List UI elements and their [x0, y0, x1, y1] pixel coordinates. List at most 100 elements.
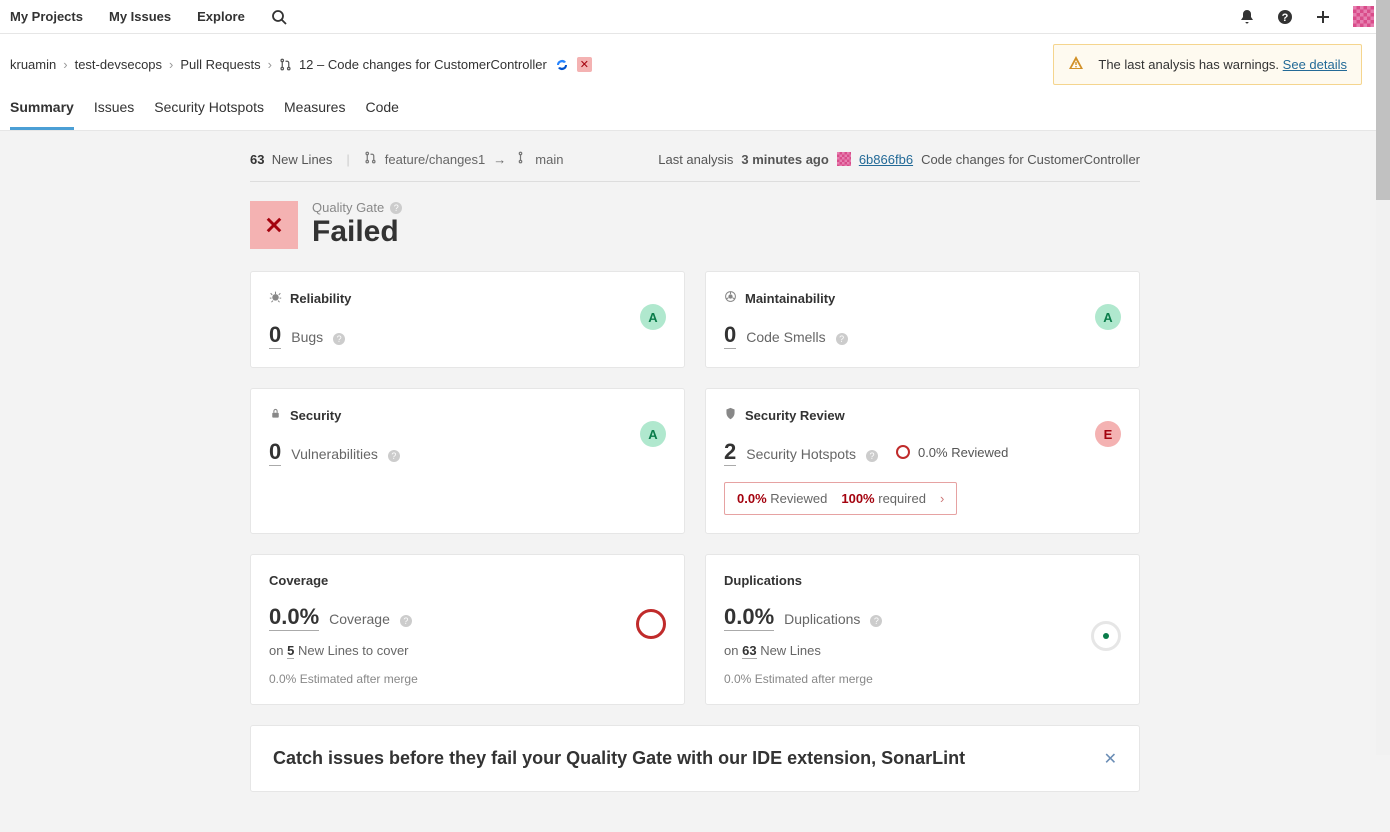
- breadcrumb-org[interactable]: kruamin: [10, 57, 56, 72]
- card-title: Duplications: [724, 573, 802, 588]
- promo-card: Catch issues before they fail your Quali…: [250, 725, 1140, 792]
- tab-summary[interactable]: Summary: [10, 99, 74, 130]
- breadcrumb: kruamin › test-devsecops › Pull Requests…: [10, 57, 592, 73]
- new-lines-label: New Lines: [272, 152, 333, 167]
- arrow-right-icon: →: [493, 152, 506, 167]
- duplications-label: Duplications: [784, 611, 860, 627]
- shield-icon: [724, 407, 737, 423]
- target-branch: main: [535, 152, 563, 167]
- reviewed-text: 0.0% Reviewed: [918, 445, 1008, 460]
- coverage-value[interactable]: 0.0%: [269, 604, 319, 631]
- card-title: Security: [290, 408, 341, 423]
- requirement-box[interactable]: 0.0% Reviewed 100% required ›: [724, 482, 957, 515]
- page-body: 63 New Lines | feature/changes1 → main L…: [0, 131, 1390, 832]
- duplications-estimate: 0.0% Estimated after merge: [724, 672, 1121, 686]
- card-title: Coverage: [269, 573, 328, 588]
- card-title: Reliability: [290, 291, 351, 306]
- promo-text: Catch issues before they fail your Quali…: [273, 748, 965, 769]
- coverage-estimate: 0.0% Estimated after merge: [269, 672, 666, 686]
- warning-text: The last analysis has warnings. See deta…: [1098, 57, 1347, 72]
- commit-link[interactable]: 6b866fb6: [859, 152, 913, 167]
- breadcrumb-section[interactable]: Pull Requests: [180, 57, 260, 72]
- coverage-label: Coverage: [329, 611, 390, 627]
- status-ring-icon: [896, 445, 910, 459]
- avatar[interactable]: [1353, 6, 1374, 27]
- nav-my-projects[interactable]: My Projects: [10, 9, 83, 24]
- commit-avatar: [837, 152, 851, 166]
- maintainability-value[interactable]: 0: [724, 322, 736, 349]
- maintainability-label: Code Smells: [746, 329, 825, 345]
- branch-icon: [514, 151, 527, 167]
- quality-gate: Quality Gate? Failed: [250, 200, 1140, 249]
- tab-security-hotspots[interactable]: Security Hotspots: [154, 99, 264, 130]
- tab-code[interactable]: Code: [365, 99, 398, 130]
- security-review-label: Security Hotspots: [746, 446, 856, 462]
- help-icon[interactable]: ?: [1277, 9, 1293, 25]
- chevron-right-icon: ›: [940, 491, 944, 506]
- security-review-value[interactable]: 2: [724, 439, 736, 466]
- security-label: Vulnerabilities: [291, 446, 378, 462]
- card-duplications: Duplications 0.0% Duplications ? on 63 N…: [705, 554, 1140, 705]
- last-analysis-time: 3 minutes ago: [741, 152, 828, 167]
- tab-issues[interactable]: Issues: [94, 99, 134, 130]
- quality-gate-label: Quality Gate: [312, 200, 384, 215]
- source-branch: feature/changes1: [385, 152, 485, 167]
- new-lines-count: 63: [250, 152, 264, 167]
- rating-badge: A: [1095, 304, 1121, 330]
- help-icon[interactable]: ?: [333, 333, 345, 345]
- help-icon[interactable]: ?: [866, 450, 878, 462]
- help-icon[interactable]: ?: [400, 615, 412, 627]
- card-reliability: Reliability 0 Bugs ? A: [250, 271, 685, 368]
- warning-link[interactable]: See details: [1283, 57, 1347, 72]
- rating-badge: A: [640, 421, 666, 447]
- last-analysis-label: Last analysis: [658, 152, 733, 167]
- card-security: Security 0 Vulnerabilities ? A: [250, 388, 685, 534]
- breadcrumb-project[interactable]: test-devsecops: [75, 57, 162, 72]
- warning-banner: The last analysis has warnings. See deta…: [1053, 44, 1362, 85]
- reliability-value[interactable]: 0: [269, 322, 281, 349]
- rating-badge: E: [1095, 421, 1121, 447]
- help-icon[interactable]: ?: [388, 450, 400, 462]
- help-icon[interactable]: ?: [390, 202, 402, 214]
- warning-icon: [1068, 55, 1084, 74]
- summary-bar: 63 New Lines | feature/changes1 → main L…: [250, 151, 1140, 181]
- card-maintainability: Maintainability 0 Code Smells ? A: [705, 271, 1140, 368]
- coverage-ring-icon: [636, 609, 666, 639]
- ci-provider-icon[interactable]: [554, 57, 570, 73]
- pull-request-icon: [364, 151, 377, 167]
- coverage-subtext: on 5 New Lines to cover: [269, 643, 666, 658]
- breadcrumb-pr[interactable]: 12 – Code changes for CustomerController: [299, 57, 547, 72]
- subheader: kruamin › test-devsecops › Pull Requests…: [0, 34, 1390, 85]
- help-icon[interactable]: ?: [836, 333, 848, 345]
- chevron-right-icon: ›: [169, 57, 173, 72]
- card-title: Security Review: [745, 408, 845, 423]
- tab-measures[interactable]: Measures: [284, 99, 345, 130]
- quality-gate-status-icon: [250, 201, 298, 249]
- search-icon[interactable]: [271, 9, 287, 25]
- close-icon[interactable]: ✕: [1104, 749, 1117, 769]
- lock-icon: [269, 407, 282, 423]
- quality-gate-status: Failed: [312, 215, 402, 249]
- card-coverage: Coverage 0.0% Coverage ? on 5 New Lines …: [250, 554, 685, 705]
- rating-badge: A: [640, 304, 666, 330]
- card-security-review: Security Review 2 Security Hotspots ? 0.…: [705, 388, 1140, 534]
- scrollbar-thumb[interactable]: [1376, 0, 1390, 200]
- chevron-right-icon: ›: [63, 57, 67, 72]
- plus-icon[interactable]: [1315, 9, 1331, 25]
- top-nav: My Projects My Issues Explore ?: [0, 0, 1390, 34]
- reliability-label: Bugs: [291, 329, 323, 345]
- nav-explore[interactable]: Explore: [197, 9, 245, 24]
- bell-icon[interactable]: [1239, 9, 1255, 25]
- help-icon[interactable]: ?: [870, 615, 882, 627]
- duplications-subtext: on 63 New Lines: [724, 643, 1121, 658]
- chevron-right-icon: ›: [268, 57, 272, 72]
- scrollbar[interactable]: [1376, 0, 1390, 755]
- duplications-value[interactable]: 0.0%: [724, 604, 774, 631]
- duplications-ring-icon: [1091, 621, 1121, 651]
- svg-text:?: ?: [1282, 12, 1289, 24]
- nav-my-issues[interactable]: My Issues: [109, 9, 171, 24]
- pull-request-icon: [279, 58, 292, 71]
- security-value[interactable]: 0: [269, 439, 281, 466]
- close-icon[interactable]: ✕: [577, 57, 592, 72]
- card-title: Maintainability: [745, 291, 835, 306]
